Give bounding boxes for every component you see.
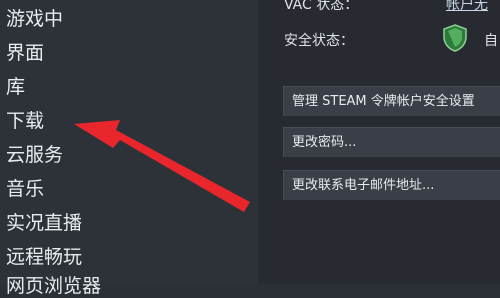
sidebar-item-music[interactable]: 音乐 [6,177,44,201]
vac-status-label: VAC 状态： [284,0,359,13]
sidebar-item-downloads[interactable]: 下载 [6,109,44,133]
sidebar-item-library[interactable]: 库 [6,75,25,99]
shield-icon [442,24,468,52]
change-password-button[interactable]: 更改密码... [283,127,500,157]
sidebar-item-remote-play[interactable]: 远程畅玩 [6,245,82,269]
change-email-button[interactable]: 更改联系电子邮件地址... [283,170,500,200]
sidebar-item-broadcasting[interactable]: 实况直播 [6,211,82,235]
sidebar-item-web-browser[interactable]: 网页浏览器 [6,274,101,298]
sidebar-item-cloud[interactable]: 云服务 [6,143,63,167]
manage-steam-guard-button[interactable]: 管理 STEAM 令牌帐户安全设置 [283,86,500,116]
settings-sidebar: 游戏中 界面 库 下载 云服务 音乐 实况直播 远程畅玩 网页浏览器 [0,0,258,297]
sidebar-item-interface[interactable]: 界面 [6,41,44,65]
sidebar-item-in-game[interactable]: 游戏中 [6,7,63,31]
security-status-label: 安全状态： [284,33,354,49]
security-status-value: 自 [484,33,498,49]
vac-status-link[interactable]: 帐户无 [446,0,488,14]
